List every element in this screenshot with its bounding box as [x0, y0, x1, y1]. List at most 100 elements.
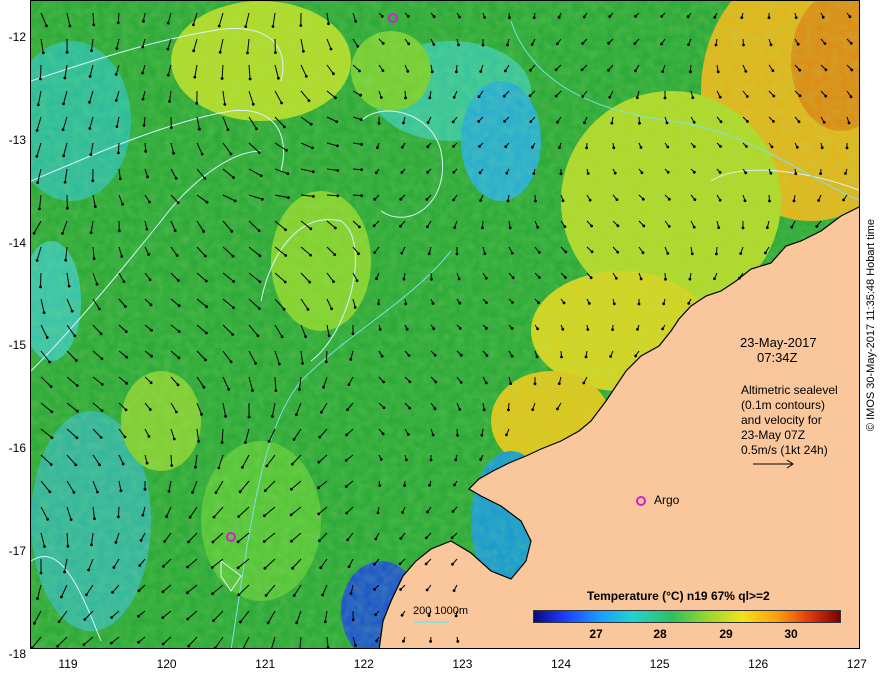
velocity-arrowhead [356, 44, 360, 48]
velocity-arrowhead [797, 120, 801, 124]
velocity-arrowhead [141, 513, 145, 517]
velocity-arrowhead [714, 43, 718, 47]
velocity-arrowhead [690, 252, 694, 256]
velocity-arrowhead [112, 566, 116, 569]
velocity-arrowhead [197, 439, 201, 443]
velocity-arrowhead [402, 277, 406, 281]
velocity-arrowhead [212, 515, 216, 519]
velocity-arrowhead [359, 93, 362, 97]
argo-label: Argo [654, 493, 680, 507]
velocity-arrowhead [639, 146, 643, 149]
velocity-arrowhead [561, 327, 565, 331]
velocity-arrowhead [503, 119, 506, 123]
velocity-arrowhead [616, 250, 620, 254]
velocity-arrowhead [689, 70, 692, 74]
velocity-arrowhead [67, 284, 71, 288]
velocity-arrowhead [454, 458, 458, 462]
velocity-arrowhead [311, 146, 314, 150]
lat-label: -15 [8, 338, 26, 353]
velocity-arrowhead [382, 380, 385, 384]
velocity-arrowhead [124, 330, 128, 333]
velocity-arrowhead [378, 484, 382, 487]
velocity-arrowhead [561, 199, 565, 203]
velocity-arrowhead [69, 518, 73, 521]
lon-label: 124 [550, 657, 572, 671]
velocity-arrowhead [456, 640, 460, 643]
velocity-arrowhead [434, 380, 438, 384]
velocity-arrowhead [354, 19, 358, 23]
velocity-arrowhead [345, 433, 348, 437]
velocity-arrowhead [274, 51, 277, 54]
velocity-arrowhead [634, 69, 637, 73]
velocity-arrowhead [68, 24, 72, 28]
velocity-arrowhead [556, 407, 559, 411]
velocity-arrowhead [585, 146, 588, 150]
velocity-arrowhead [427, 252, 431, 256]
credit-text: © IMOS 30-May-2017 11:35:48 Hobart time [865, 218, 877, 431]
velocity-arrowhead [848, 15, 852, 19]
velocity-arrowhead [299, 24, 303, 27]
velocity-arrowhead [506, 199, 510, 203]
legend-title: Temperature (°C) n19 67% ql>=2 [587, 589, 770, 603]
velocity-arrowhead [687, 43, 690, 46]
velocity-arrowhead [530, 43, 534, 46]
velocity-arrowhead [408, 406, 412, 410]
velocity-arrowhead [312, 195, 315, 198]
map-time: 07:34Z [757, 350, 798, 365]
velocity-arrowhead [847, 121, 851, 125]
velocity-arrowhead [638, 121, 641, 125]
velocity-arrowhead [177, 279, 180, 282]
velocity-arrowhead [425, 588, 429, 592]
velocity-arrowhead [357, 252, 360, 256]
velocity-arrowhead [66, 206, 69, 210]
desc-line-2: (0.1m contours) [741, 398, 826, 412]
velocity-arrowhead [56, 644, 59, 648]
velocity-arrowhead [241, 465, 244, 469]
velocity-arrowhead [263, 489, 267, 492]
velocity-arrowhead [660, 42, 663, 46]
velocity-arrowhead [373, 197, 377, 201]
velocity-arrowhead [137, 640, 140, 644]
velocity-arrowhead [203, 254, 207, 258]
velocity-arrowhead [344, 459, 348, 462]
velocity-arrowhead [458, 326, 462, 330]
velocity-arrowhead [336, 144, 339, 148]
velocity-arrowhead [119, 489, 123, 493]
velocity-arrowhead [691, 96, 695, 100]
velocity-arrowhead [82, 643, 86, 646]
velocity-arrowhead [145, 227, 149, 231]
velocity-arrowhead [665, 121, 669, 125]
velocity-arrowhead [317, 512, 321, 516]
velocity-arrowhead [336, 169, 340, 172]
velocity-arrowhead [175, 254, 179, 257]
velocity-arrowhead [291, 566, 294, 570]
velocity-arrowhead [459, 353, 463, 357]
velocity-arrowhead [91, 179, 95, 183]
velocity-arrowhead [399, 197, 403, 201]
velocity-arrowhead [309, 122, 313, 126]
velocity-arrowhead [229, 152, 233, 156]
velocity-arrowhead [60, 595, 63, 599]
velocity-arrowhead [582, 381, 586, 385]
velocity-arrowhead [661, 70, 665, 73]
velocity-arrowhead [256, 334, 260, 338]
velocity-arrowhead [399, 588, 402, 591]
velocity-arrowhead [458, 408, 462, 411]
velocity-arrowhead [333, 253, 337, 256]
velocity-arrowhead [504, 145, 508, 149]
velocity-arrowhead [92, 23, 96, 27]
velocity-arrowhead [822, 120, 826, 124]
velocity-arrowhead [351, 332, 355, 336]
velocity-arrowhead [150, 328, 153, 332]
velocity-arrowhead [202, 230, 206, 233]
velocity-arrowhead [686, 15, 690, 19]
velocity-arrowhead [664, 277, 667, 281]
velocity-arrowhead [45, 336, 49, 339]
velocity-arrowhead [455, 70, 458, 74]
velocity-arrowhead [429, 640, 432, 643]
velocity-arrowhead [248, 77, 252, 81]
velocity-arrowhead [223, 103, 227, 106]
velocity-arrow [40, 272, 42, 287]
velocity-arrowhead [532, 172, 536, 175]
velocity-arrowhead [318, 539, 321, 543]
